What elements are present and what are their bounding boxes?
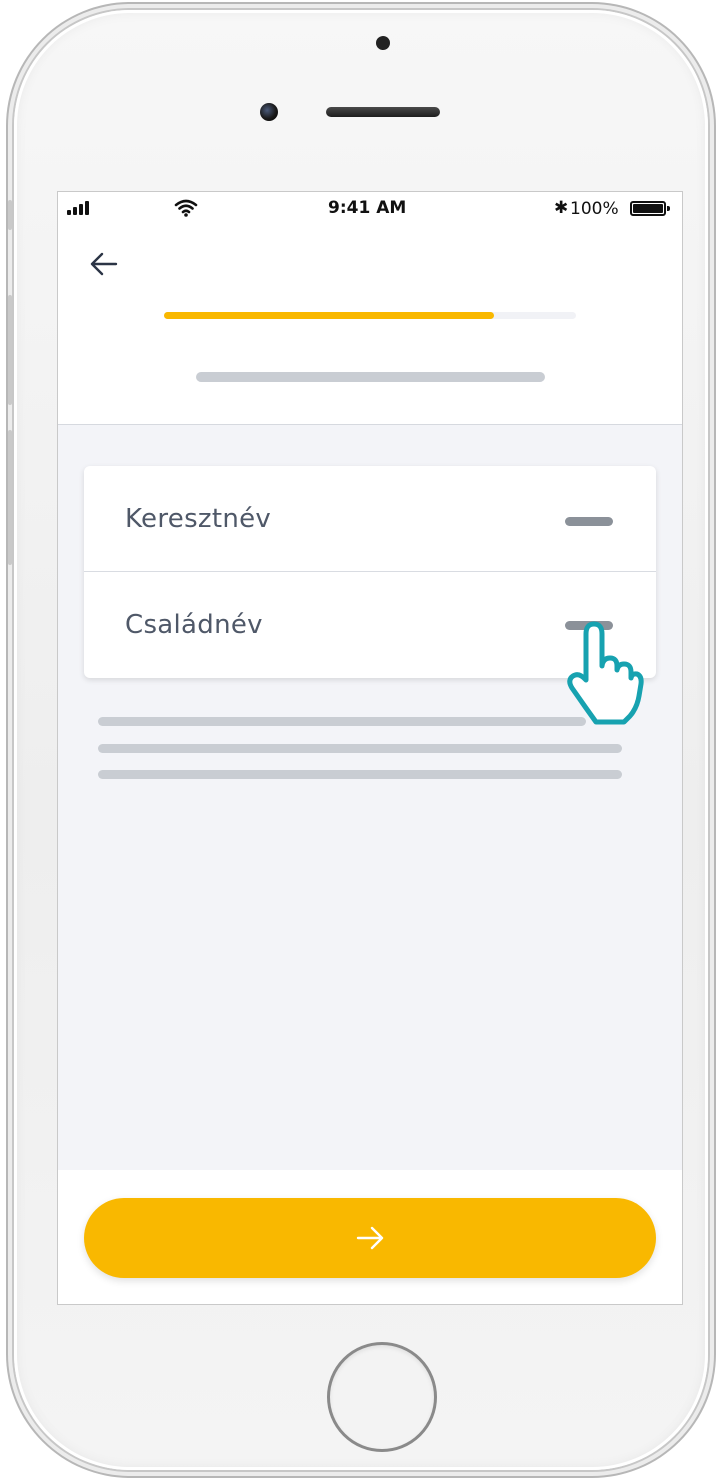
- description-line-2: [98, 744, 622, 753]
- battery-percent: 100%: [570, 199, 619, 219]
- last-name-label: Családnév: [125, 610, 263, 640]
- description-line-1: [98, 717, 586, 726]
- volume-down-button: [8, 430, 12, 565]
- signal-icon: [67, 201, 97, 215]
- wifi-icon: [174, 199, 198, 217]
- next-button[interactable]: [84, 1198, 656, 1278]
- earpiece-speaker: [326, 107, 440, 117]
- description-line-3: [98, 770, 622, 779]
- proximity-sensor: [376, 36, 390, 50]
- status-time: 9:41 AM: [328, 198, 407, 218]
- first-name-row[interactable]: Keresztnév: [84, 466, 656, 572]
- arrow-right-icon: [356, 1226, 384, 1250]
- bluetooth-icon: ✱: [554, 198, 569, 218]
- app-screen: 9:41 AM ✱ 100% Keresztnév Családnév: [58, 192, 682, 1304]
- status-bar: 9:41 AM ✱ 100%: [58, 192, 682, 226]
- volume-up-button: [8, 295, 12, 405]
- footer: [58, 1170, 682, 1304]
- battery-icon: [630, 201, 666, 216]
- progress-fill: [164, 312, 494, 319]
- hand-pointer-icon: [567, 621, 644, 725]
- first-name-value-placeholder: [565, 517, 613, 526]
- arrow-left-icon[interactable]: [86, 246, 122, 282]
- home-button[interactable]: [327, 1342, 437, 1452]
- front-camera: [260, 103, 278, 121]
- header: [58, 226, 682, 425]
- mute-switch: [8, 200, 12, 230]
- title-placeholder: [196, 372, 545, 382]
- progress-bar: [164, 312, 576, 319]
- first-name-label: Keresztnév: [125, 504, 272, 534]
- battery-nub: [667, 206, 670, 211]
